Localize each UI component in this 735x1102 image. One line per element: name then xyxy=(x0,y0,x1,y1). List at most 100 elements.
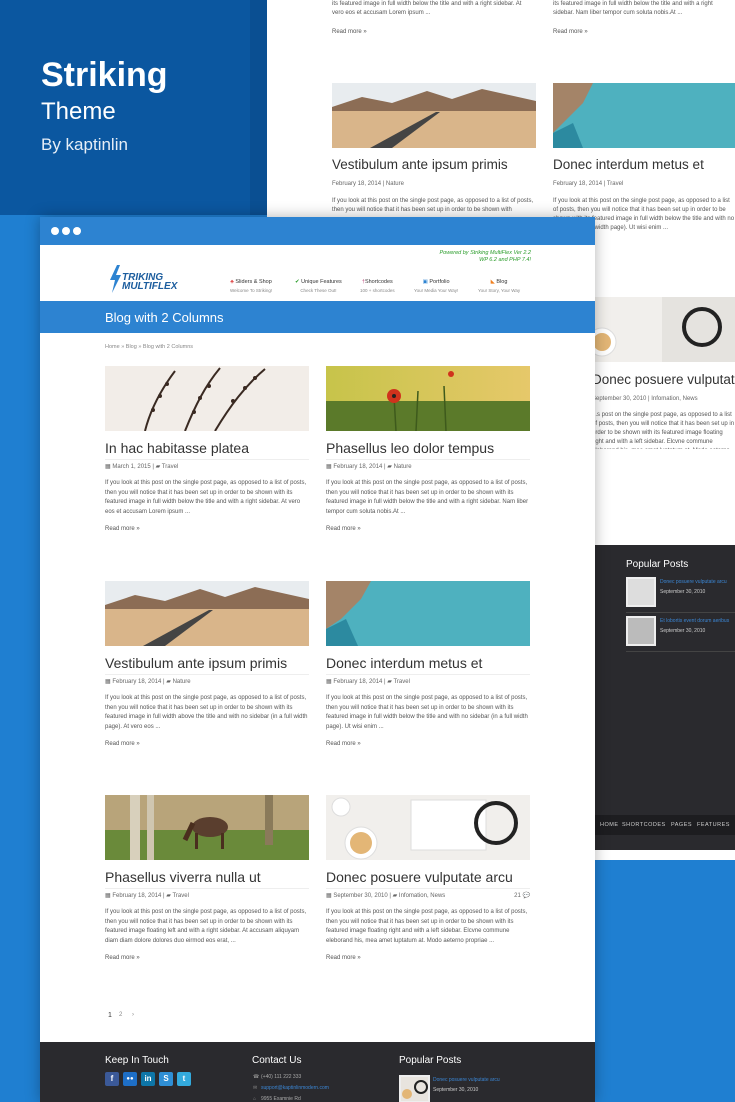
post-title[interactable]: Donec interdum metus et xyxy=(326,655,482,671)
post-image-coffee[interactable] xyxy=(326,795,530,860)
rss-icon: ◣ xyxy=(490,279,495,285)
facebook-icon[interactable]: f xyxy=(105,1072,119,1086)
popular-post-date: September 30, 2010 xyxy=(660,589,706,595)
folder-icon: ▰ xyxy=(166,893,171,899)
nav-item-portfolio[interactable]: ▣ Portfolio Your Media Your Way! xyxy=(414,279,458,293)
read-more-link[interactable]: Read more » xyxy=(326,526,361,532)
post-image-coffee[interactable] xyxy=(592,297,735,362)
post-excerpt: If you look at this post on the single p… xyxy=(332,198,534,213)
divider xyxy=(105,888,309,889)
divider xyxy=(105,674,309,675)
footer-nav-home[interactable]: HOME xyxy=(600,822,619,828)
read-more-link[interactable]: Read more » xyxy=(553,29,588,35)
post-date: February 18, 2014 xyxy=(333,679,383,685)
popular-post-item[interactable]: Donec posuere vulputate arcu September 3… xyxy=(626,577,735,609)
popular-post-link[interactable]: Et lobortis event dorum aeribus xyxy=(660,618,729,624)
calendar-icon: ▦ xyxy=(326,464,332,470)
pagination-next[interactable]: › xyxy=(132,1012,134,1018)
site-header: Powered by Striking MultiFlex Ver 2.2 WP… xyxy=(40,245,595,301)
email-text[interactable]: support@kaptinlinmodern.com xyxy=(261,1085,329,1091)
post-title[interactable]: Phasellus viverra nulla ut xyxy=(105,869,261,885)
promo-subtitle: Theme xyxy=(41,98,116,125)
post-title[interactable]: Donec interdum metus et xyxy=(553,157,704,172)
twitter-icon[interactable]: t xyxy=(177,1072,191,1086)
page-title: Blog with 2 Columns xyxy=(105,310,224,325)
post-category[interactable]: Travel xyxy=(393,679,409,685)
post-excerpt: If you look at this post on the single p… xyxy=(326,695,528,730)
bolt-icon xyxy=(110,265,121,293)
divider xyxy=(626,651,735,652)
footer-nav-features[interactable]: FEATURES xyxy=(697,822,730,828)
window-dot-icon[interactable] xyxy=(73,227,81,235)
site-footer: Keep In Touch Contact Us Popular Posts f… xyxy=(40,1042,595,1102)
nav-label: Sliders & Shop xyxy=(235,279,272,285)
popular-post-link[interactable]: Donec posuere vulputate arcu xyxy=(433,1077,500,1083)
image-icon: ▣ xyxy=(422,279,428,285)
nav-item-sliders[interactable]: ♣ Sliders & Shop Welcome To Striking! xyxy=(230,279,272,293)
phone-text: (+40) 111 222 333 xyxy=(261,1074,302,1080)
background-footer: Popular Posts Donec posuere vulputate ar… xyxy=(592,545,735,850)
nav-item-blog[interactable]: ◣ Blog Your Story, Your Way xyxy=(478,279,520,293)
popular-post-link[interactable]: Donec posuere vulputate arcu xyxy=(660,579,727,585)
post-excerpt: its featured image in full width below t… xyxy=(332,1,522,16)
post-title[interactable]: Donec posuere vulputate arcu xyxy=(592,372,735,387)
promo-title: Striking xyxy=(41,56,168,94)
post-image-horse[interactable] xyxy=(105,795,309,860)
post-title[interactable]: Vestibulum ante ipsum primis xyxy=(332,157,508,172)
contact-phone: ☎ (+40) 111 222 333 xyxy=(253,1074,301,1080)
post-image-branches[interactable] xyxy=(105,366,309,431)
read-more-link[interactable]: Read more » xyxy=(332,29,367,35)
post-category[interactable]: Travel xyxy=(172,893,188,899)
post-image-sea[interactable] xyxy=(553,83,735,148)
promo-heading: Striking Theme By kaptinlin xyxy=(41,55,168,157)
post-category[interactable]: Travel xyxy=(162,464,178,470)
post-title[interactable]: Vestibulum ante ipsum primis xyxy=(105,655,287,671)
post-meta: February 18, 2014 | Nature xyxy=(332,181,404,187)
phone-icon: ☎ xyxy=(253,1074,260,1080)
post-meta: September 30, 2010 | Infomation, News xyxy=(592,396,698,402)
nav-item-shortcodes[interactable]: †Shortcodes 100 + shortcodes xyxy=(360,279,395,293)
read-more-link[interactable]: Read more » xyxy=(105,741,140,747)
contact-email[interactable]: ✉ support@kaptinlinmodern.com xyxy=(253,1085,329,1091)
popular-post-thumbnail[interactable] xyxy=(399,1075,430,1102)
post-excerpt: ...s post on the single post page, as op… xyxy=(592,412,735,449)
flickr-icon[interactable]: ●● xyxy=(123,1072,137,1086)
post-category[interactable]: Nature xyxy=(394,464,412,470)
divider xyxy=(326,459,530,460)
popular-post-item[interactable]: Et lobortis event dorum aeribus Septembe… xyxy=(626,616,735,648)
footer-nav-shortcodes[interactable]: SHORTCODES xyxy=(622,822,666,828)
post-image-desert[interactable] xyxy=(332,83,536,148)
nav-item-features[interactable]: ✔ Unique Features Check These Out! xyxy=(295,279,342,293)
nav-label: Shortcodes xyxy=(364,279,393,285)
blog-post: Donec interdum metus et ▦ February 18, 2… xyxy=(326,581,530,761)
linkedin-icon[interactable]: in xyxy=(141,1072,155,1086)
post-category[interactable]: Infomation, News xyxy=(399,893,445,899)
comment-count[interactable]: 21 💬 xyxy=(514,892,530,899)
post-date: September 30, 2010 xyxy=(333,893,388,899)
read-more-link[interactable]: Read more » xyxy=(326,741,361,747)
read-more-link[interactable]: Read more » xyxy=(105,955,140,961)
powered-by-text: Powered by Striking MultiFlex Ver 2.2 WP… xyxy=(440,250,532,264)
pagination-current[interactable]: 1 xyxy=(108,1012,112,1019)
post-category[interactable]: Nature xyxy=(173,679,191,685)
skype-icon[interactable]: S xyxy=(159,1072,173,1086)
footer-nav-pages[interactable]: PAGES xyxy=(671,822,692,828)
post-title[interactable]: Donec posuere vulputate arcu xyxy=(326,869,513,885)
post-image-sea[interactable] xyxy=(326,581,530,646)
popular-post-date: September 30, 2010 xyxy=(660,628,706,634)
popular-post-thumbnail[interactable] xyxy=(626,616,656,646)
breadcrumb[interactable]: Home » Blog » Blog with 2 Columns xyxy=(105,344,193,350)
post-image-flower[interactable] xyxy=(326,366,530,431)
nav-sublabel: 100 + shortcodes xyxy=(360,288,395,293)
read-more-link[interactable]: Read more » xyxy=(326,955,361,961)
window-dot-icon[interactable] xyxy=(51,227,59,235)
popular-post-thumbnail[interactable] xyxy=(626,577,656,607)
read-more-link[interactable]: Read more » xyxy=(105,526,140,532)
post-title[interactable]: Phasellus leo dolor tempus xyxy=(326,440,494,456)
logo-line: MULTIFLEX xyxy=(122,281,178,292)
post-image-desert[interactable] xyxy=(105,581,309,646)
window-dot-icon[interactable] xyxy=(62,227,70,235)
nav-label: Portfolio xyxy=(429,279,450,285)
post-title[interactable]: In hac habitasse platea xyxy=(105,440,249,456)
pagination-page-2[interactable]: 2 xyxy=(119,1012,122,1018)
